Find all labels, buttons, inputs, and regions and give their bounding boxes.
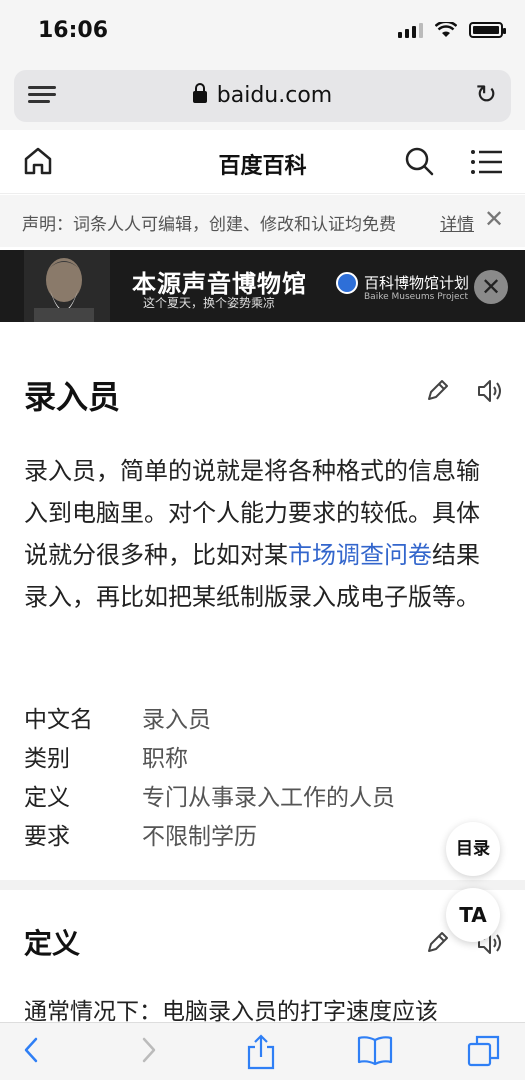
edit-icon[interactable]	[424, 930, 450, 956]
url-text: baidu.com	[216, 83, 333, 108]
tabs-icon[interactable]	[466, 1033, 502, 1069]
info-row: 要求 不限制学历	[24, 817, 444, 856]
notice-bar: 声明：词条人人可编辑，创建、修改和认证均免费 详情 ✕	[0, 195, 525, 247]
back-icon[interactable]	[20, 1033, 44, 1067]
portrait-image	[24, 250, 110, 322]
info-value: 职称	[142, 746, 188, 772]
info-label: 类别	[24, 746, 70, 772]
info-row: 中文名 录入员	[24, 700, 444, 739]
status-icons	[398, 22, 506, 38]
address-bar[interactable]: baidu.com ↻	[14, 70, 511, 122]
site-header: 百度百科	[0, 130, 525, 194]
banner-subtitle: 这个夏天，换个姿势乘凉	[143, 296, 276, 310]
promo-banner[interactable]: 本源声音博物馆 这个夏天，换个姿势乘凉 百科博物馆计划 Baike Museum…	[0, 250, 525, 322]
signal-icon	[398, 22, 423, 38]
section-title: 定义	[24, 927, 81, 960]
info-label: 中文名	[24, 707, 93, 733]
banner-brand-en: Baike Museums Project	[364, 292, 468, 302]
battery-icon	[469, 22, 506, 38]
notice-details-link[interactable]: 详情	[440, 210, 474, 235]
status-bar: 16:06	[0, 0, 525, 64]
lock-icon	[192, 83, 207, 103]
market-survey-link[interactable]: 市场调查问卷	[288, 541, 432, 569]
baike-museum-logo-icon	[336, 272, 358, 294]
wifi-icon	[435, 22, 457, 37]
browser-address-area: baidu.com ↻	[0, 64, 525, 130]
info-label: 定义	[24, 785, 70, 811]
bookmarks-icon[interactable]	[356, 1033, 394, 1067]
basic-info-table: 中文名 录入员 类别 职称 定义 专门从事录入工作的人员 要求 不限制学历	[24, 700, 444, 856]
ta-button[interactable]: TA	[446, 888, 500, 942]
entry-title: 录入员	[24, 378, 121, 416]
menu-list-icon[interactable]	[470, 148, 504, 176]
url-display[interactable]: baidu.com	[14, 83, 511, 108]
section-divider	[0, 880, 525, 890]
info-value: 录入员	[142, 707, 211, 733]
banner-brand: 百科博物馆计划	[364, 274, 470, 292]
reload-icon[interactable]: ↻	[475, 82, 497, 108]
info-value: 不限制学历	[142, 824, 257, 850]
edit-icon[interactable]	[424, 378, 450, 404]
site-title[interactable]: 百度百科	[0, 148, 525, 180]
browser-toolbar	[0, 1022, 525, 1080]
section-text: 通常情况下：电脑录入员的打字速度应该	[24, 999, 438, 1025]
info-label: 要求	[24, 824, 70, 850]
banner-close-icon[interactable]: ✕	[474, 270, 508, 304]
toc-button[interactable]: 目录	[446, 822, 500, 876]
status-time: 16:06	[38, 18, 109, 43]
speaker-icon[interactable]	[476, 378, 504, 404]
entry-summary: 录入员，简单的说就是将各种格式的信息输入到电脑里。对个人能力要求的较低。具体说就…	[24, 450, 500, 618]
info-row: 类别 职称	[24, 739, 444, 778]
close-icon[interactable]: ✕	[484, 205, 504, 233]
info-value: 专门从事录入工作的人员	[142, 785, 395, 811]
search-icon[interactable]	[404, 146, 434, 176]
share-icon[interactable]	[244, 1033, 278, 1071]
notice-text: 声明：词条人人可编辑，创建、修改和认证均免费	[22, 215, 396, 235]
info-row: 定义 专门从事录入工作的人员	[24, 778, 444, 817]
forward-icon[interactable]	[136, 1033, 160, 1067]
